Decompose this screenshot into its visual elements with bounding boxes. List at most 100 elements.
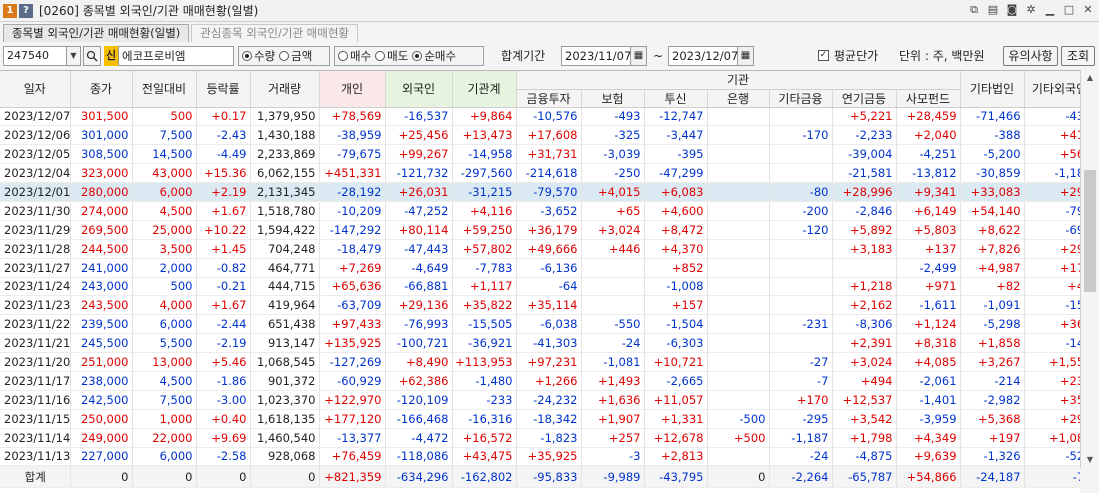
window-number-icon[interactable]: 1 [3, 3, 17, 18]
table-cell: 4,000 [132, 295, 197, 316]
table-cell [707, 447, 770, 467]
maximize-icon[interactable]: □ [1062, 3, 1076, 17]
table-row[interactable]: 2023/11/28 244,500 3,500 +1.45 704,248 -18,47… [0, 239, 1080, 259]
table-row[interactable]: 2023/11/21 245,500 5,500 -2.19 913,147 +135,9… [0, 333, 1080, 354]
table-row[interactable]: 2023/12/05 308,500 14,500 -4.49 2,233,869 -79… [0, 144, 1080, 165]
date-to-input[interactable]: 2023/12/07 [668, 46, 738, 66]
table-cell: -36,921 [452, 333, 517, 354]
scroll-up-icon[interactable]: ▲ [1081, 70, 1099, 86]
table-cell: -141 [1024, 333, 1080, 354]
table-row[interactable]: 2023/11/24 243,000 500 -0.21 444,715 +65,636-… [0, 277, 1080, 297]
radio-sell[interactable]: 매도 [375, 48, 408, 64]
header-volume[interactable]: 거래량 [250, 71, 320, 108]
table-cell: +99,267 [385, 144, 453, 165]
minimize-icon[interactable]: ▁ [1043, 3, 1057, 17]
table-row[interactable]: 2023/11/17 238,000 4,500 -1.86 901,372 -60,92… [0, 371, 1080, 391]
header-foreign[interactable]: 외국인 [385, 71, 453, 108]
header-other-corp[interactable]: 기타법인 [960, 71, 1025, 108]
table-row[interactable]: 2023/11/22 239,500 6,000 -2.44 651,438 +97,43… [0, 314, 1080, 335]
radio-quantity[interactable]: 수량 [242, 48, 275, 64]
table-cell: 1,379,950 [250, 107, 320, 127]
table-row[interactable]: 2023/11/14 249,000 22,000 +9.69 1,460,540 -13… [0, 428, 1080, 448]
table-cell: 6,062,155 [250, 163, 320, 184]
header-private-fund[interactable]: 사모펀드 [896, 89, 961, 108]
save-icon[interactable]: ▤ [986, 3, 1000, 17]
table-cell: -158 [1024, 295, 1080, 316]
tab-daily[interactable]: 종목별 외국인/기관 매매현황(일별) [3, 24, 190, 42]
table-cell: -2,665 [644, 371, 708, 391]
header-change[interactable]: 전일대비 [132, 71, 197, 108]
help-icon[interactable]: ? [19, 3, 33, 18]
table-cell: +5.46 [196, 352, 251, 372]
table-row[interactable]: 2023/11/27 241,000 2,000 -0.82 464,771 +7,269… [0, 258, 1080, 278]
calendar-icon[interactable]: ▦ [738, 46, 754, 66]
table-row[interactable]: 2023/11/13 227,000 6,000 -2.58 928,068 +76,45… [0, 447, 1080, 467]
table-cell: +9.69 [196, 428, 251, 448]
table-cell: -1,091 [960, 295, 1025, 316]
settings-icon[interactable]: ✲ [1024, 3, 1038, 17]
table-cell: 323,000 [70, 163, 133, 184]
table-cell: -120,109 [385, 390, 453, 410]
header-other-fin[interactable]: 기타금융 [769, 89, 833, 108]
table-row[interactable]: 2023/11/20 251,000 13,000 +5.46 1,068,545 -12… [0, 352, 1080, 372]
header-date[interactable]: 일자 [0, 71, 71, 108]
header-close[interactable]: 종가 [70, 71, 133, 108]
search-button[interactable] [83, 46, 101, 66]
table-cell: +293 [1024, 182, 1080, 202]
total-row[interactable]: 합계 0 0 0 0 +821,359 -634,296 -162,802 -95,833 -9,… [0, 465, 1080, 489]
table-row[interactable]: 2023/11/30 274,000 4,500 +1.67 1,518,780 -10,… [0, 201, 1080, 221]
table-cell: -6,038 [516, 314, 582, 335]
table-cell: +1.67 [196, 295, 251, 316]
header-rate[interactable]: 등락률 [196, 71, 251, 108]
table-cell: -3,039 [581, 144, 645, 165]
avg-price-checkbox[interactable]: ✓ [818, 50, 829, 70]
radio-buy[interactable]: 매수 [338, 48, 371, 64]
table-cell: +65 [581, 201, 645, 221]
date-from-input[interactable]: 2023/11/07 [561, 46, 631, 66]
close-icon[interactable]: ✕ [1081, 3, 1095, 17]
query-button[interactable]: 조회 [1061, 46, 1095, 66]
header-trust[interactable]: 투신 [644, 89, 708, 108]
radio-net-buy[interactable]: 순매수 [412, 48, 456, 64]
tab-watchlist[interactable]: 관심종목 외국인/기관 매매현황 [191, 24, 359, 42]
scroll-thumb[interactable] [1084, 170, 1096, 292]
table-row[interactable]: 2023/11/15 250,000 1,000 +0.40 1,618,135 +177… [0, 409, 1080, 429]
header-institution[interactable]: 기관계 [452, 71, 517, 108]
radio-amount[interactable]: 금액 [279, 48, 312, 64]
table-row[interactable]: 2023/11/16 242,500 7,500 -3.00 1,023,370 +122… [0, 390, 1080, 410]
header-other-foreign[interactable]: 기타외국인 [1024, 71, 1080, 108]
table-cell: -214 [960, 371, 1025, 391]
table-cell: -1,504 [644, 314, 708, 335]
header-insurance[interactable]: 보험 [581, 89, 645, 108]
scroll-down-icon[interactable]: ▼ [1081, 452, 1099, 468]
notice-button[interactable]: 유의사항 [1003, 46, 1058, 66]
table-row[interactable]: 2023/12/04 323,000 43,000 +15.36 6,062,155 +4… [0, 163, 1080, 184]
chevron-down-icon[interactable]: ▼ [67, 46, 81, 66]
table-row[interactable]: 2023/11/29 269,500 25,000 +10.22 1,594,422 -1… [0, 220, 1080, 240]
table-row[interactable]: 2023/12/07 301,500 500 +0.17 1,379,950 +78,56… [0, 107, 1080, 127]
table-cell [707, 295, 770, 316]
link-icon[interactable]: ⧉ [967, 3, 981, 17]
table-cell: -295 [769, 409, 833, 429]
header-bank[interactable]: 은행 [707, 89, 770, 108]
table-row[interactable]: 2023/12/01 280,000 6,000 +2.19 2,131,345 -28,… [0, 182, 1080, 202]
table-cell: 2,000 [132, 258, 197, 278]
table-cell [707, 201, 770, 221]
stock-code-input[interactable]: 247540 [3, 46, 67, 66]
table-row[interactable]: 2023/11/23 243,500 4,000 +1.67 419,964 -63,70… [0, 295, 1080, 316]
table-row[interactable]: 2023/12/06 301,000 7,500 -2.43 1,430,188 -38,… [0, 125, 1080, 146]
header-individual[interactable]: 개인 [319, 71, 386, 108]
cell-date: 2023/11/24 [0, 277, 71, 297]
table-cell: +7,826 [960, 239, 1025, 259]
table-cell: 301,500 [70, 107, 133, 127]
period-label: 합계기간 [501, 49, 546, 63]
table-cell: -2,846 [832, 201, 897, 221]
camera-icon[interactable]: ◙ [1005, 3, 1019, 17]
radio-dot-icon [375, 51, 386, 61]
vertical-scrollbar[interactable]: ▲ ▼ [1080, 70, 1099, 468]
calendar-icon[interactable]: ▦ [631, 46, 647, 66]
table-cell: -214,618 [516, 163, 582, 184]
header-financial[interactable]: 금융투자 [516, 89, 582, 108]
table-cell: -71,466 [960, 107, 1025, 127]
header-pension[interactable]: 연기금등 [832, 89, 897, 108]
